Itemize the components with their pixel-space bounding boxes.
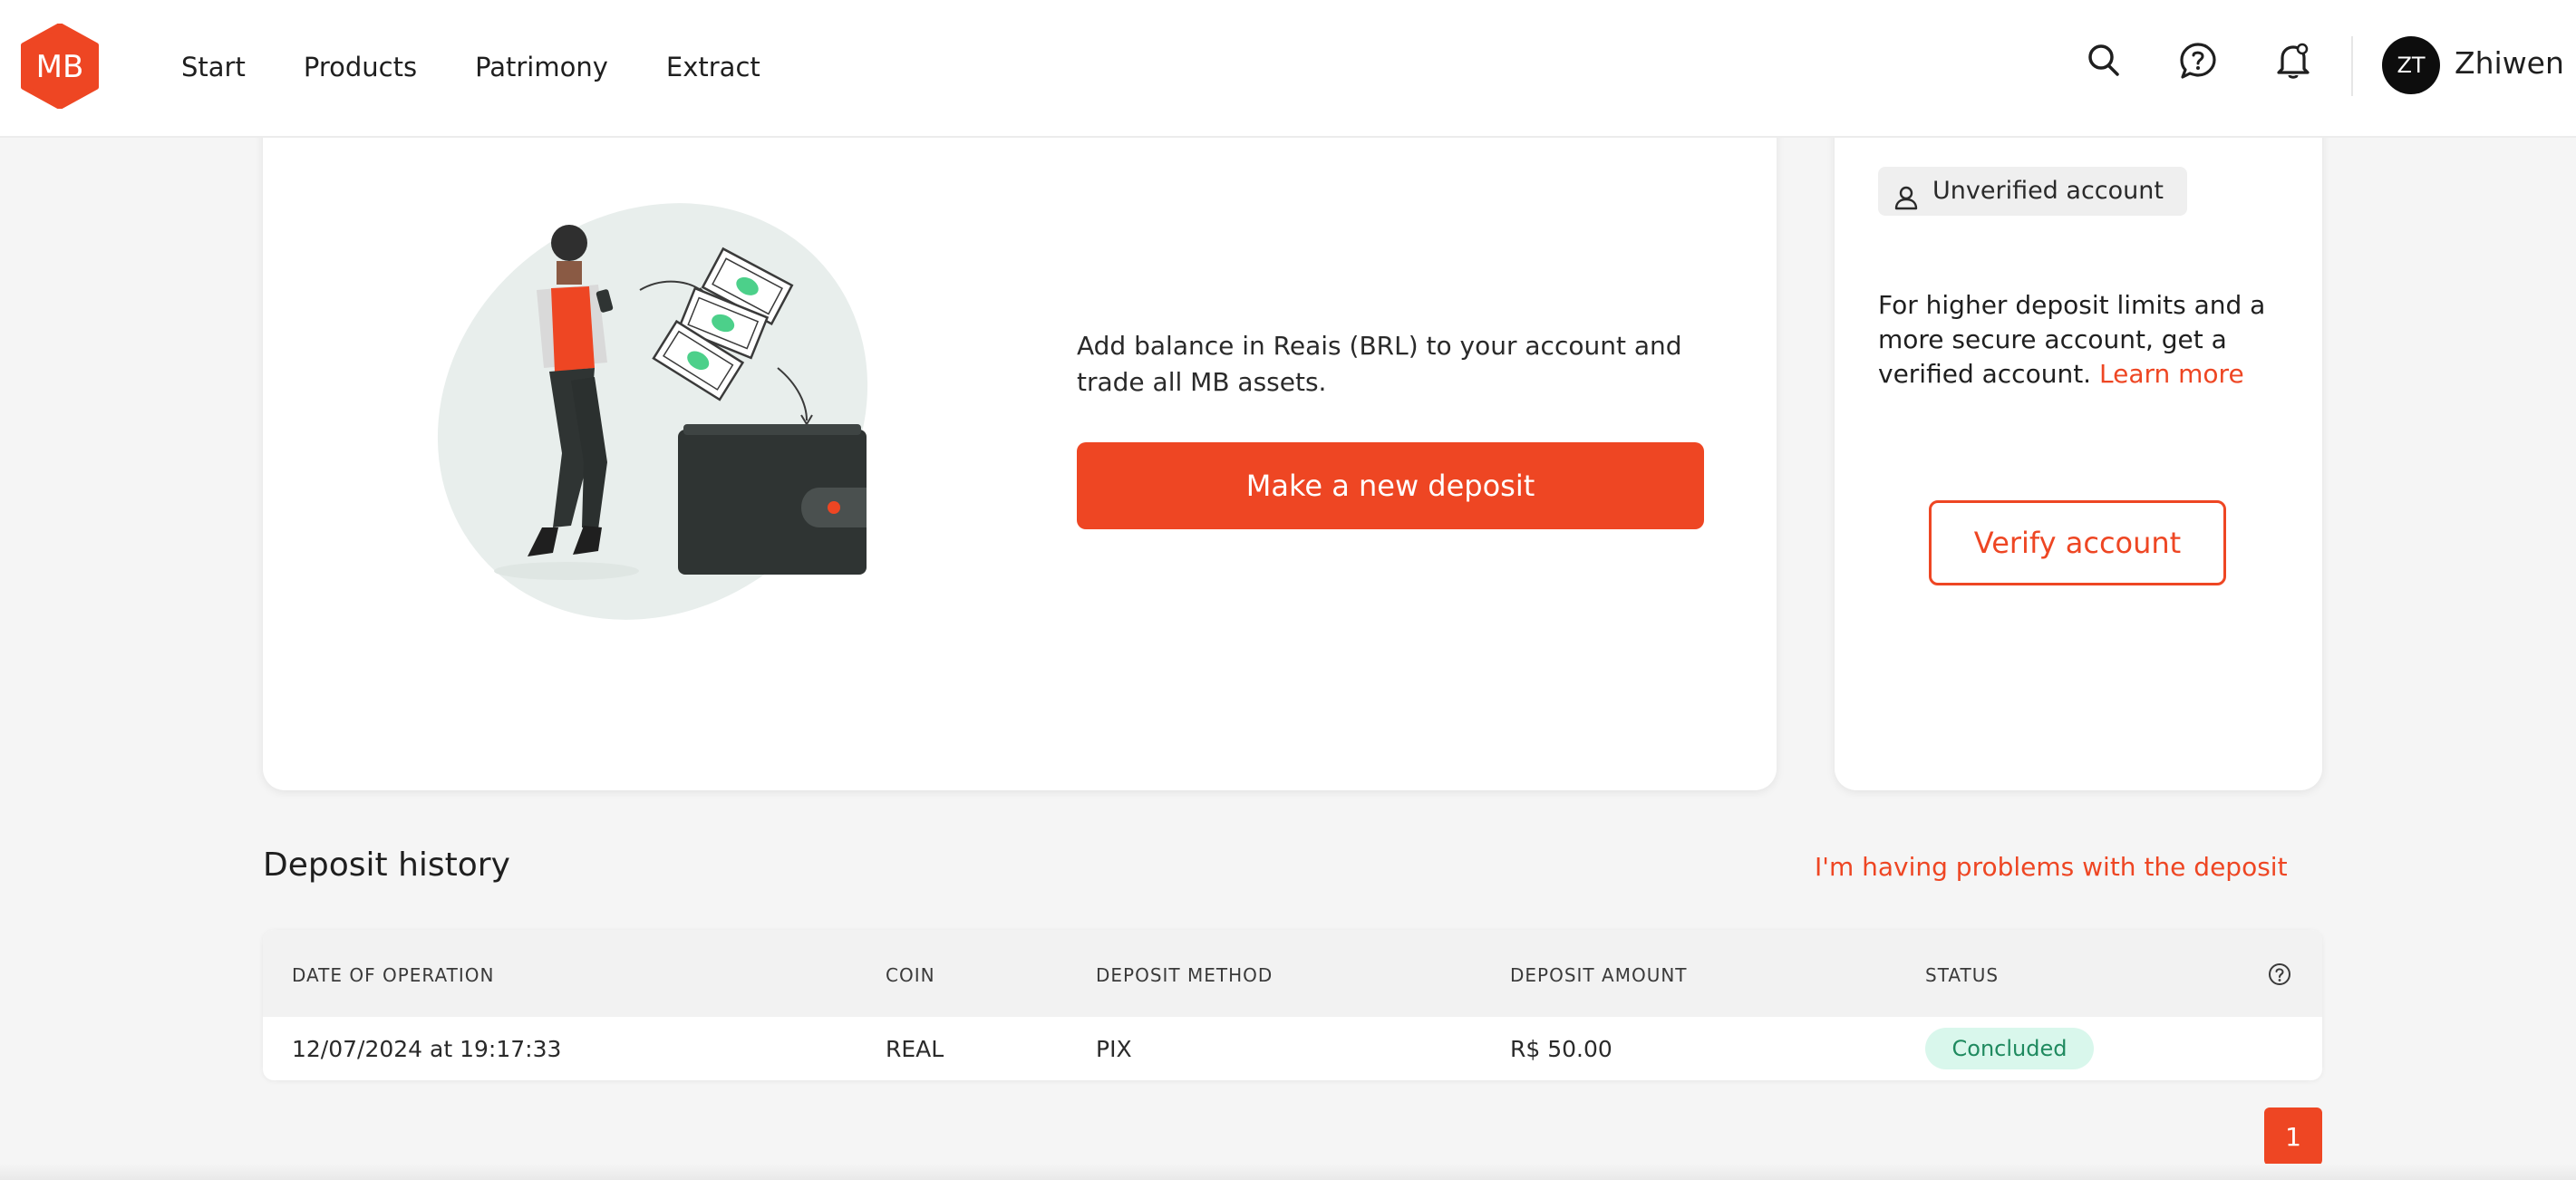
user-icon bbox=[1894, 179, 1918, 227]
col-method: DEPOSIT METHOD bbox=[1096, 964, 1273, 986]
learn-more-link[interactable]: Learn more bbox=[2099, 359, 2244, 389]
cell-coin: REAL bbox=[886, 1036, 944, 1062]
verify-description: For higher deposit limits and a more sec… bbox=[1878, 288, 2277, 392]
col-amount: DEPOSIT AMOUNT bbox=[1510, 964, 1688, 986]
deposit-problem-link[interactable]: I'm having problems with the deposit bbox=[1815, 852, 2288, 882]
username[interactable]: Zhiwen bbox=[2455, 45, 2564, 81]
bottom-shadow bbox=[0, 1164, 2576, 1180]
top-bar: MB Start Products Patrimony Extract ZT Z… bbox=[0, 0, 2576, 138]
cell-method: PIX bbox=[1096, 1036, 1132, 1062]
svg-text:MB: MB bbox=[36, 49, 84, 85]
avatar[interactable]: ZT bbox=[2382, 36, 2440, 94]
deposit-history-title: Deposit history bbox=[263, 846, 510, 884]
unverified-label: Unverified account bbox=[1932, 177, 2164, 205]
nav-patrimony[interactable]: Patrimony bbox=[475, 52, 608, 82]
nav-products[interactable]: Products bbox=[304, 52, 417, 82]
col-date: DATE OF OPERATION bbox=[292, 964, 495, 986]
search-icon[interactable] bbox=[2087, 42, 2121, 78]
help-icon[interactable] bbox=[2179, 42, 2217, 80]
col-status: STATUS bbox=[1925, 964, 2000, 986]
status-badge: Concluded bbox=[1925, 1028, 2094, 1069]
mb-logo[interactable]: MB bbox=[20, 23, 100, 110]
nav-start[interactable]: Start bbox=[181, 52, 246, 82]
help-icon[interactable] bbox=[2268, 962, 2291, 990]
bell-icon[interactable] bbox=[2275, 42, 2311, 80]
make-deposit-button[interactable]: Make a new deposit bbox=[1077, 442, 1704, 529]
nav-extract[interactable]: Extract bbox=[666, 52, 760, 82]
deposit-description: Add balance in Reais (BRL) to your accou… bbox=[1077, 331, 1682, 397]
table-header: DATE OF OPERATION COIN DEPOSIT METHOD DE… bbox=[263, 930, 2322, 1017]
verify-account-button[interactable]: Verify account bbox=[1929, 500, 2226, 585]
deposit-history-table: DATE OF OPERATION COIN DEPOSIT METHOD DE… bbox=[263, 930, 2322, 1080]
pagination-page-1[interactable]: 1 bbox=[2264, 1107, 2322, 1165]
unverified-badge: Unverified account bbox=[1878, 167, 2187, 216]
cell-date: 12/07/2024 at 19:17:33 bbox=[292, 1036, 562, 1062]
col-coin: COIN bbox=[886, 964, 935, 986]
header-divider bbox=[2351, 36, 2353, 96]
cell-amount: R$ 50.00 bbox=[1510, 1036, 1612, 1062]
main-nav: Start Products Patrimony Extract bbox=[181, 0, 760, 134]
deposit-illustration bbox=[417, 190, 888, 634]
